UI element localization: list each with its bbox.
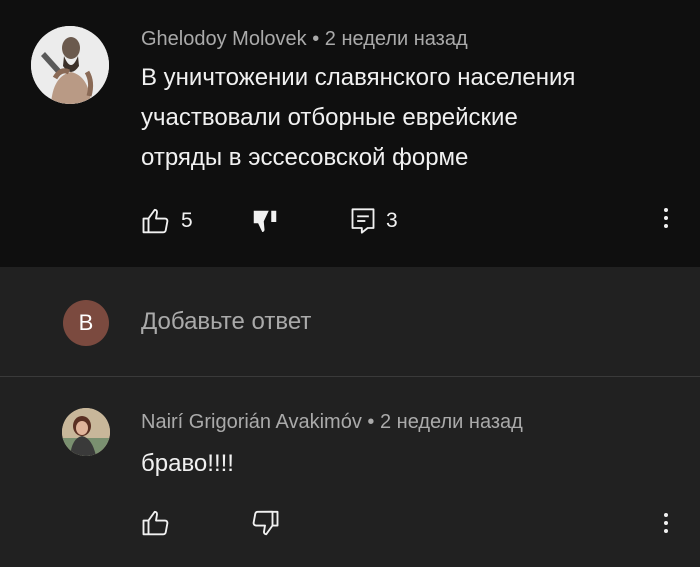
thumbs-down-filled-icon <box>253 210 277 232</box>
add-reply-input[interactable]: Добавьте ответ <box>141 308 311 336</box>
comment-text-line: отряды в эссесовской форме <box>141 144 469 171</box>
reply-time: 2 недели назад <box>379 411 523 433</box>
reply-menu-icon[interactable] <box>663 513 669 537</box>
reply-meta: Nairí Grigorián Avakimóv • 2 недели наза… <box>141 411 523 434</box>
current-user-avatar[interactable]: B <box>63 300 109 346</box>
avatar-photo-icon <box>31 26 109 104</box>
comment-meta: Ghelodoy Molovek • 2 недели назад <box>141 28 468 51</box>
comment-text-line: В уничтожении славянского населения <box>141 64 576 91</box>
comment-author[interactable]: Ghelodoy Molovek <box>141 28 307 50</box>
divider <box>0 376 700 377</box>
comment-menu-icon[interactable] <box>663 208 669 232</box>
like-button[interactable]: 5 <box>141 206 193 236</box>
meta-separator: • <box>367 411 375 433</box>
dislike-button[interactable] <box>250 207 280 237</box>
reply-text: браво!!!! <box>141 450 234 477</box>
reply-like-button[interactable] <box>141 508 171 538</box>
comment-text: В уничтожении славянского населения учас… <box>141 58 575 178</box>
comment-time: 2 недели назад <box>324 28 468 50</box>
like-count: 5 <box>181 209 193 232</box>
reply-icon <box>351 208 375 234</box>
reply-dislike-button[interactable] <box>250 508 280 538</box>
replies-button[interactable]: 3 <box>350 207 398 235</box>
reply-author-avatar[interactable] <box>62 408 110 456</box>
reply-author[interactable]: Nairí Grigorián Avakimóv <box>141 411 362 433</box>
thumbs-down-icon <box>252 510 279 536</box>
comment-text-line: участвовали отборные еврейские <box>141 104 518 131</box>
thumbs-up-icon <box>142 208 169 234</box>
avatar-letter: B <box>78 310 94 335</box>
reply-count: 3 <box>386 209 398 232</box>
thumbs-up-icon <box>142 510 169 536</box>
meta-separator: • <box>312 28 320 50</box>
avatar-photo-icon <box>62 408 110 456</box>
author-avatar[interactable] <box>31 26 109 104</box>
